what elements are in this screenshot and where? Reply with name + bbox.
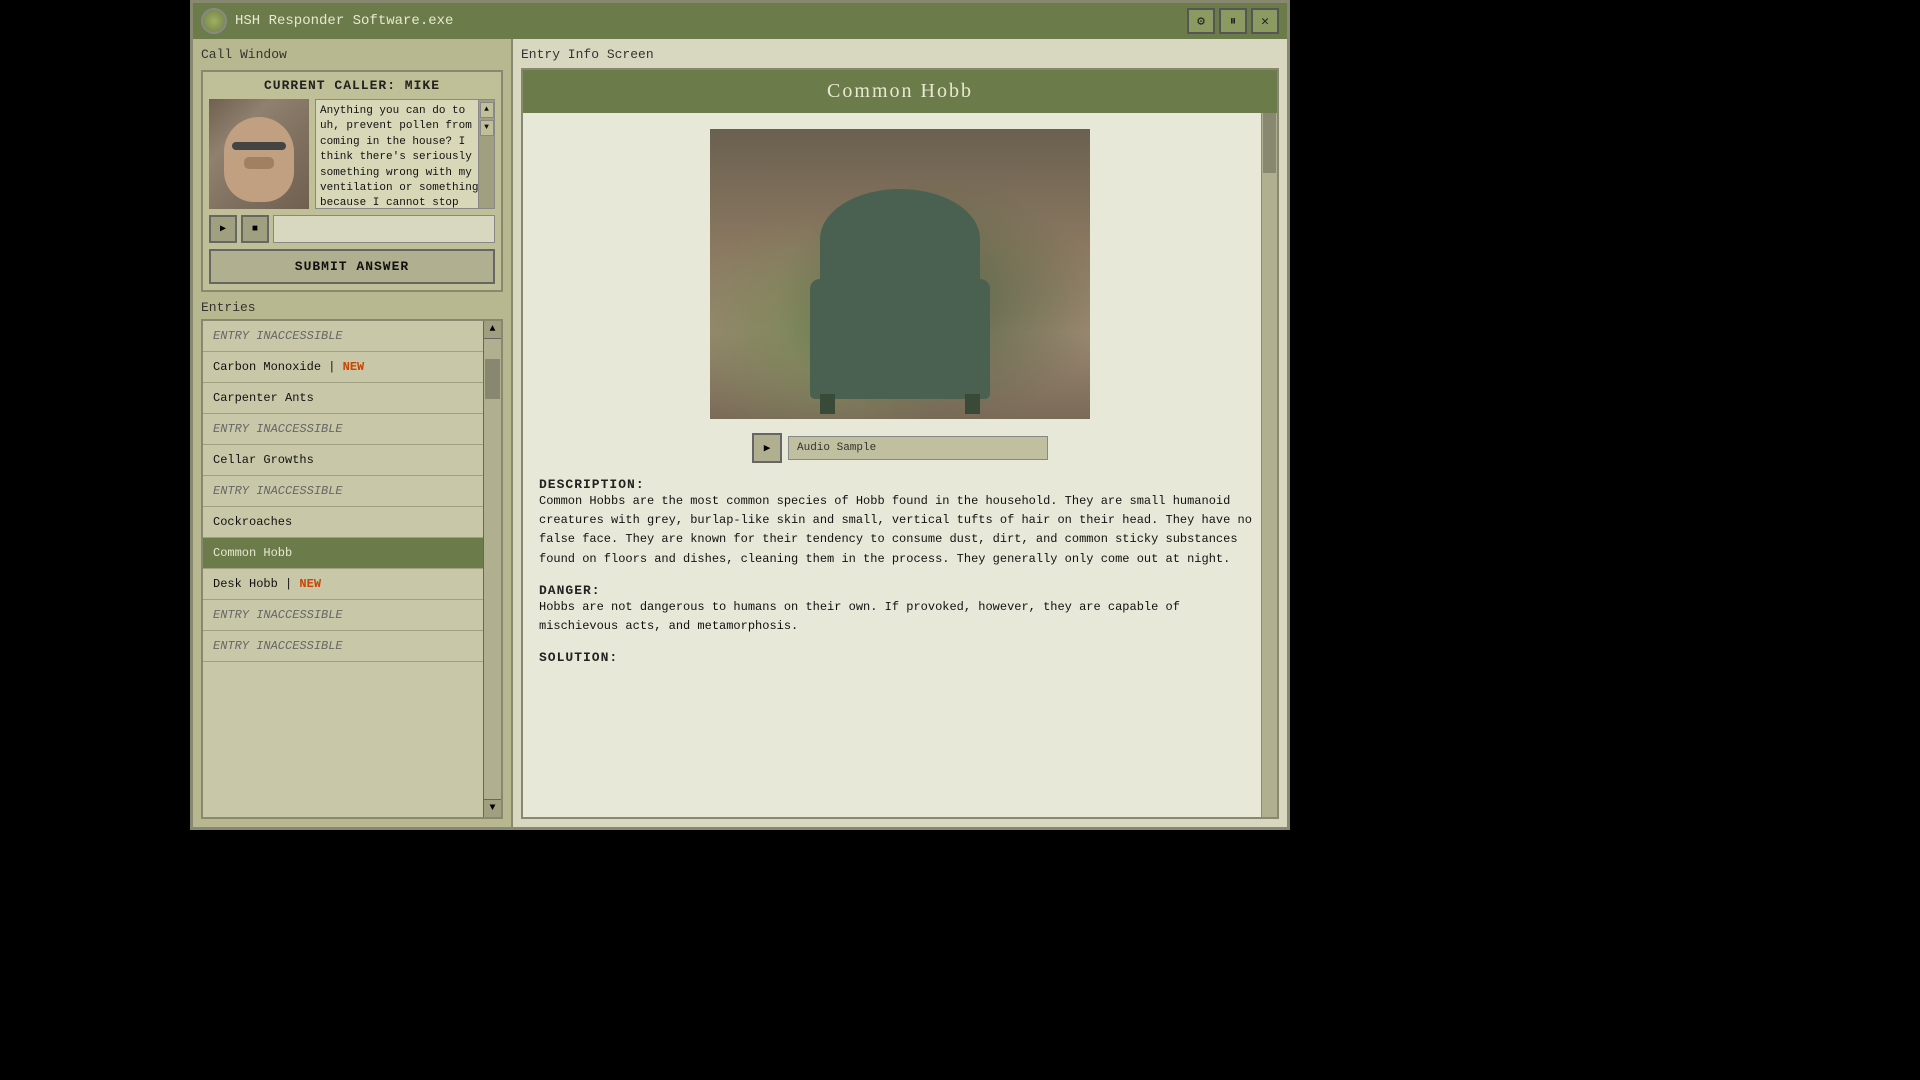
current-caller-header: CURRENT CALLER: MIKE xyxy=(209,78,495,93)
entries-section: Entries ▲ ENTRY INACCESSIBLE Carbon Mono… xyxy=(201,300,503,819)
audio-play-button[interactable]: ▶ xyxy=(752,433,782,463)
entry-image xyxy=(710,129,1090,419)
app-title: HSH Responder Software.exe xyxy=(235,13,1179,29)
caller-content: Anything you can do to uh, prevent polle… xyxy=(209,99,495,209)
new-badge: NEW xyxy=(299,577,321,591)
right-panel: Entry Info Screen Common Hobb xyxy=(513,39,1287,827)
chair-leg-left xyxy=(820,394,835,414)
submit-answer-button[interactable]: SUBMIT ANSWER xyxy=(209,249,495,284)
call-window-box: CURRENT CALLER: MIKE Anything you can do… xyxy=(201,70,503,292)
entry-content: ▶ Audio Sample DESCRIPTION: Common Hobbs… xyxy=(523,113,1277,681)
danger-text: Hobbs are not dangerous to humans on the… xyxy=(539,598,1261,636)
danger-header: DANGER: xyxy=(539,583,1261,598)
list-item[interactable]: ENTRY INACCESSIBLE xyxy=(203,476,483,507)
entry-image-container xyxy=(539,129,1261,419)
list-item-common-hobb[interactable]: Common Hobb xyxy=(203,538,483,569)
right-scrollbar xyxy=(1261,113,1277,817)
window-controls: ⚙ ⏸ ✕ xyxy=(1187,8,1279,34)
chair-body xyxy=(810,279,990,399)
list-item[interactable]: Carpenter Ants xyxy=(203,383,483,414)
audio-sample-row: ▶ Audio Sample xyxy=(539,433,1261,463)
right-scrollbar-thumb xyxy=(1263,113,1276,173)
list-item[interactable]: ENTRY INACCESSIBLE xyxy=(203,600,483,631)
caller-text-box: Anything you can do to uh, prevent polle… xyxy=(315,99,495,209)
entry-title: Common Hobb xyxy=(827,80,973,102)
entry-title-bar: Common Hobb xyxy=(523,70,1277,113)
danger-section: DANGER: Hobbs are not dangerous to human… xyxy=(539,583,1261,636)
entries-scrollbar xyxy=(483,339,501,799)
audio-sample-label: Audio Sample xyxy=(797,442,876,454)
list-item[interactable]: ENTRY INACCESSIBLE xyxy=(203,631,483,662)
entries-scroll-up[interactable]: ▲ xyxy=(483,321,501,339)
left-panel: Call Window CURRENT CALLER: MIKE Anythin… xyxy=(193,39,513,827)
main-layout: Call Window CURRENT CALLER: MIKE Anythin… xyxy=(193,39,1287,827)
entry-image-inner xyxy=(710,129,1090,419)
entries-scroll-down[interactable]: ▼ xyxy=(483,799,501,817)
app-logo-icon xyxy=(201,8,227,34)
caller-transcript: Anything you can do to uh, prevent polle… xyxy=(320,105,485,209)
transcript-scrollbar: ▲ ▼ xyxy=(478,100,494,208)
solution-header: SOLUTION: xyxy=(539,650,1261,665)
entries-list: ENTRY INACCESSIBLE Carbon Monoxide | NEW… xyxy=(203,321,483,662)
list-item[interactable]: ENTRY INACCESSIBLE xyxy=(203,414,483,445)
entries-label: Entries xyxy=(201,300,503,315)
transcript-scroll-up[interactable]: ▲ xyxy=(480,102,494,118)
close-button[interactable]: ✕ xyxy=(1251,8,1279,34)
answer-input[interactable] xyxy=(273,215,495,243)
entry-info-label: Entry Info Screen xyxy=(521,47,1279,62)
audio-bar: Audio Sample xyxy=(788,436,1048,460)
list-item[interactable]: Carbon Monoxide | NEW xyxy=(203,352,483,383)
pause-button[interactable]: ⏸ xyxy=(1219,8,1247,34)
description-header: DESCRIPTION: xyxy=(539,477,1261,492)
new-badge: NEW xyxy=(343,360,365,374)
call-window-label: Call Window xyxy=(201,47,503,62)
caller-photo-inner xyxy=(209,99,309,209)
play-button[interactable]: ▶ xyxy=(209,215,237,243)
app-window: HSH Responder Software.exe ⚙ ⏸ ✕ Call Wi… xyxy=(190,0,1290,830)
list-item[interactable]: Cellar Growths xyxy=(203,445,483,476)
list-item[interactable]: ENTRY INACCESSIBLE xyxy=(203,321,483,352)
list-item[interactable]: Cockroaches xyxy=(203,507,483,538)
audio-controls: ▶ ■ xyxy=(209,215,495,243)
list-item[interactable]: Desk Hobb | NEW xyxy=(203,569,483,600)
caller-face xyxy=(224,117,294,202)
caller-photo xyxy=(209,99,309,209)
chair-back xyxy=(820,189,980,289)
solution-section: SOLUTION: xyxy=(539,650,1261,665)
chair-leg-right xyxy=(965,394,980,414)
entries-scrollbar-thumb xyxy=(485,359,500,399)
hobb-illustration xyxy=(790,199,1010,399)
transcript-scroll-down[interactable]: ▼ xyxy=(480,120,494,136)
description-text: Common Hobbs are the most common species… xyxy=(539,492,1261,569)
entry-content-wrapper: ▶ Audio Sample DESCRIPTION: Common Hobbs… xyxy=(523,113,1277,817)
settings-button[interactable]: ⚙ xyxy=(1187,8,1215,34)
description-section: DESCRIPTION: Common Hobbs are the most c… xyxy=(539,477,1261,569)
entries-list-container: ▲ ENTRY INACCESSIBLE Carbon Monoxide | N… xyxy=(201,319,503,819)
entry-info-box: Common Hobb xyxy=(521,68,1279,819)
stop-button[interactable]: ■ xyxy=(241,215,269,243)
title-bar: HSH Responder Software.exe ⚙ ⏸ ✕ xyxy=(193,3,1287,39)
